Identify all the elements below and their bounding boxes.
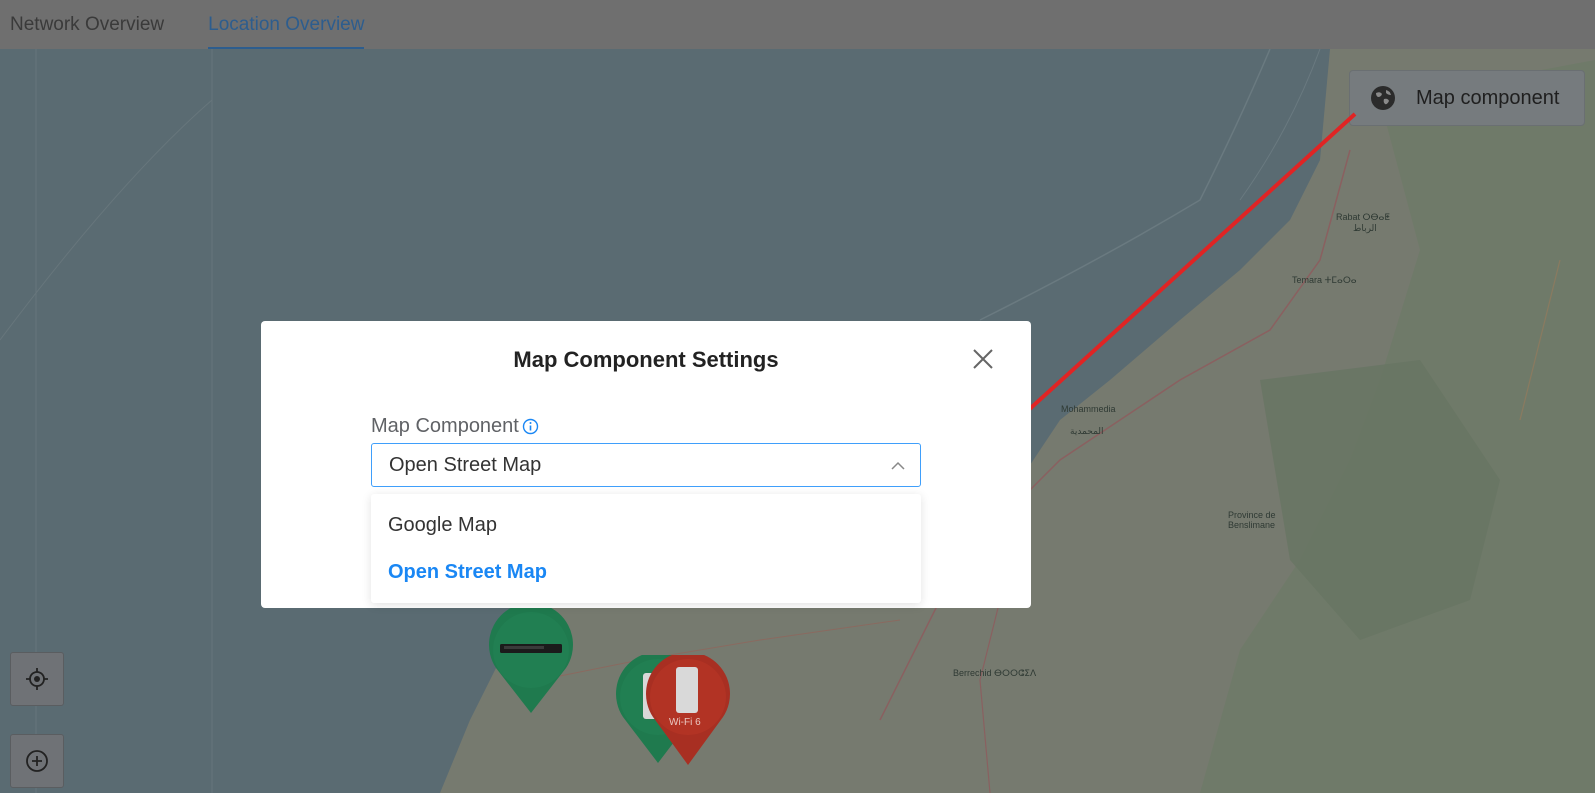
map-settings-dialog: Map Component Settings Map Component Ope…	[261, 321, 1031, 608]
option-open-street-map[interactable]: Open Street Map	[388, 561, 547, 584]
field-label-text: Map Component	[371, 415, 519, 437]
plus-circle-icon	[26, 750, 48, 772]
crosshair-icon	[26, 668, 48, 690]
dialog-title: Map Component Settings	[513, 347, 779, 372]
map-component-field-label: Map Component	[371, 415, 539, 438]
map-component-button[interactable]: Map component	[1349, 70, 1585, 126]
map-label-rabat: Rabat ⵔⴱⴰⵟ	[1336, 212, 1390, 222]
map-label-berrechid: Berrechid ⴱⵔⵔⵛⵉⴷ	[953, 668, 1037, 678]
select-value: Open Street Map	[389, 453, 542, 476]
tab-bar: Network Overview Location Overview	[0, 0, 1595, 49]
map-component-select[interactable]: Open Street Map	[371, 443, 921, 487]
chevron-up-icon	[891, 461, 905, 470]
select-dropdown: Google Map Open Street Map	[371, 494, 921, 603]
map-label-rabat-ar: الرباط	[1353, 223, 1377, 233]
close-icon[interactable]	[971, 347, 995, 371]
map-label-mohammedia-ar: المحمدية	[1070, 426, 1104, 436]
map-label-temara: Temara ⵜⵎⴰⵔⴰ	[1292, 275, 1357, 285]
tab-location-overview[interactable]: Location Overview	[208, 0, 365, 49]
option-google-map[interactable]: Google Map	[388, 514, 497, 537]
globe-icon	[1371, 86, 1395, 110]
tab-network-overview[interactable]: Network Overview	[10, 0, 164, 49]
map-component-label: Map component	[1416, 86, 1560, 109]
info-icon[interactable]	[522, 418, 539, 435]
device-pin-switch[interactable]	[486, 608, 576, 718]
device-pin-wifi6[interactable]	[643, 655, 733, 767]
locate-button[interactable]	[10, 652, 64, 706]
map-label-benslimane: Province de Benslimane	[1228, 510, 1276, 530]
map-label-mohammedia: Mohammedia	[1061, 404, 1116, 414]
pin-wifi6-label: Wi-Fi 6	[669, 717, 701, 728]
zoom-in-button[interactable]	[10, 734, 64, 788]
